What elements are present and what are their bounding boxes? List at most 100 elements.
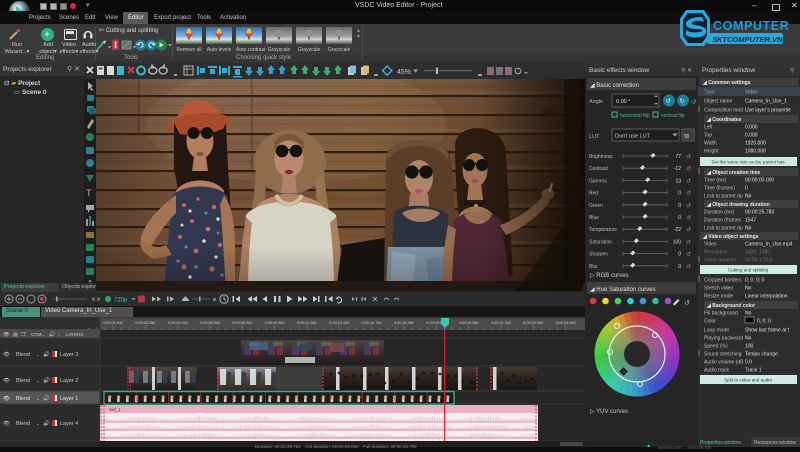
svg-text:No: No	[745, 194, 752, 200]
svg-text:Layer 3: Layer 3	[60, 352, 78, 358]
svg-text:⌄: ⌄	[36, 378, 40, 383]
svg-text:👁: 👁	[3, 420, 10, 427]
svg-text:Blend: Blend	[16, 396, 30, 402]
svg-text:swf_1: swf_1	[109, 407, 121, 412]
svg-text:↺: ↺	[686, 227, 691, 234]
svg-text:Layer 2: Layer 2	[60, 378, 78, 384]
svg-text:Type: Type	[704, 90, 715, 96]
svg-text:⌄: ⌄	[36, 352, 40, 357]
svg-text:Fill background: Fill background	[704, 311, 738, 317]
svg-text:◢ Coordinates: ◢ Coordinates	[706, 117, 742, 123]
svg-text:Show last frame at t: Show last frame at t	[745, 328, 790, 334]
svg-text:Stretch video: Stretch video	[704, 286, 733, 292]
svg-text:⌄: ⌄	[36, 421, 40, 426]
svg-text:00:00:00.000: 00:00:00.000	[745, 178, 774, 184]
svg-text:↺: ↺	[691, 99, 697, 106]
svg-text:SKTCOMPUTER.VN: SKTCOMPUTER.VN	[712, 35, 783, 44]
svg-text:Cutting and splitting: Cutting and splitting	[728, 268, 769, 273]
svg-text:Duration (frames: Duration (frames	[704, 218, 742, 224]
svg-text:👁: 👁	[3, 351, 10, 358]
svg-text:Blend: Blend	[16, 352, 30, 358]
svg-text:🔊: 🔊	[43, 419, 50, 427]
svg-text:◢ Background color: ◢ Background color	[706, 303, 755, 309]
svg-text:0.0: 0.0	[745, 360, 752, 366]
svg-text:77: 77	[675, 154, 681, 160]
svg-text:Blend: Blend	[16, 378, 30, 384]
svg-text:0; 0; 0; 0: 0; 0; 0; 0	[745, 278, 765, 284]
svg-text:Top: Top	[704, 133, 712, 139]
svg-text:🔊: 🔊	[43, 394, 50, 402]
svg-text:No: No	[745, 286, 752, 292]
svg-text:↺: ↺	[686, 178, 691, 185]
svg-text:↕: ↕	[58, 332, 61, 338]
svg-text:0:00:08.200: 0:00:08.200	[232, 321, 252, 325]
svg-text:❐: ❐	[21, 332, 26, 338]
svg-text:👁: 👁	[3, 332, 10, 338]
svg-text:0:00:19.680: 0:00:19.680	[459, 321, 479, 325]
svg-text:↺: ↺	[686, 154, 691, 161]
svg-text:Contrast: Contrast	[589, 166, 609, 172]
svg-text:0.000: 0.000	[745, 125, 758, 131]
svg-text:Time (frames): Time (frames)	[704, 186, 735, 192]
svg-text:0:00:14.760: 0:00:14.760	[362, 321, 382, 325]
svg-text:👁: 👁	[3, 395, 10, 402]
svg-text:Speed (%): Speed (%)	[704, 344, 728, 350]
svg-text:Left: Left	[704, 125, 713, 131]
svg-text:-22: -22	[674, 227, 681, 233]
svg-text:Width: Width	[704, 141, 717, 147]
svg-text:Lock to parent du: Lock to parent du	[704, 194, 743, 200]
svg-text:No: No	[745, 311, 752, 317]
svg-text:0: 0	[678, 191, 681, 197]
svg-text:↺: ↺	[686, 239, 691, 246]
svg-text:Gamma: Gamma	[589, 178, 607, 184]
svg-text:0:00:22.960: 0:00:22.960	[523, 321, 543, 325]
svg-text:00:00:25.783: 00:00:25.783	[745, 210, 774, 216]
svg-text:0:00:03.280: 0:00:03.280	[135, 321, 155, 325]
svg-text:0:00:11.480: 0:00:11.480	[297, 321, 317, 325]
svg-text:0:00:01.640: 0:00:01.640	[103, 321, 123, 325]
svg-text:COM..: COM..	[31, 332, 44, 337]
svg-text:Basic effects window: Basic effects window	[589, 67, 650, 74]
svg-text:0:00:06.560: 0:00:06.560	[200, 321, 220, 325]
svg-text:Use layer’s propertie: Use layer’s propertie	[745, 108, 791, 114]
svg-text:0:00:13.120: 0:00:13.120	[329, 321, 349, 325]
svg-text:No: No	[745, 226, 752, 232]
svg-text:0.000: 0.000	[745, 133, 758, 139]
svg-text:Layer 4: Layer 4	[60, 421, 78, 427]
svg-text:🔊: 🔊	[49, 331, 55, 338]
svg-text:Red: Red	[589, 191, 598, 197]
svg-text:▷ YUV curves: ▷ YUV curves	[590, 409, 628, 415]
svg-text:100: 100	[745, 344, 754, 350]
svg-text:Green: Green	[589, 203, 603, 209]
svg-text:Blue: Blue	[589, 215, 599, 221]
svg-text:0: 0	[745, 186, 748, 192]
svg-text:↺: ↺	[686, 263, 691, 270]
svg-text:Layer 1: Layer 1	[60, 396, 78, 402]
svg-text:1920.000: 1920.000	[745, 141, 766, 147]
svg-text:◢ Common settings: ◢ Common settings	[702, 80, 751, 86]
svg-text:13: 13	[675, 178, 681, 184]
svg-text:Camera_In_Use.mp4: Camera_In_Use.mp4	[745, 242, 793, 248]
svg-text:0: 0	[678, 215, 681, 221]
svg-text:Resolution: Resolution	[704, 250, 728, 256]
svg-text:Camera_In_Use_1: Camera_In_Use_1	[745, 99, 787, 105]
svg-text:Temperature: Temperature	[589, 227, 617, 233]
svg-text:↺: ↺	[666, 98, 672, 105]
svg-text:0.00 °: 0.00 °	[616, 99, 630, 105]
svg-text:T: T	[86, 188, 92, 198]
svg-text:Properties window: Properties window	[702, 67, 755, 74]
svg-text:0: 0	[678, 264, 681, 270]
svg-text:Cropped borders: Cropped borders	[704, 278, 742, 284]
svg-text:Tempo change: Tempo change	[745, 352, 778, 358]
svg-text:◢ Object creation time: ◢ Object creation time	[706, 170, 761, 176]
svg-text:▤: ▤	[684, 134, 690, 140]
svg-text:Resize mode: Resize mode	[704, 294, 733, 300]
svg-text:0: 0	[678, 203, 681, 209]
svg-text:0:00:04.920: 0:00:04.920	[168, 321, 188, 325]
svg-text:Lock to parent du: Lock to parent du	[704, 226, 743, 232]
svg-text:0:00:09.840: 0:00:09.840	[265, 321, 285, 325]
svg-text:Split to video and audio: Split to video and audio	[724, 378, 772, 383]
svg-text:LUT: LUT	[589, 134, 600, 140]
svg-text:0:00:24.600: 0:00:24.600	[556, 321, 576, 325]
svg-text:0; 0; 0: 0; 0; 0	[757, 319, 771, 325]
